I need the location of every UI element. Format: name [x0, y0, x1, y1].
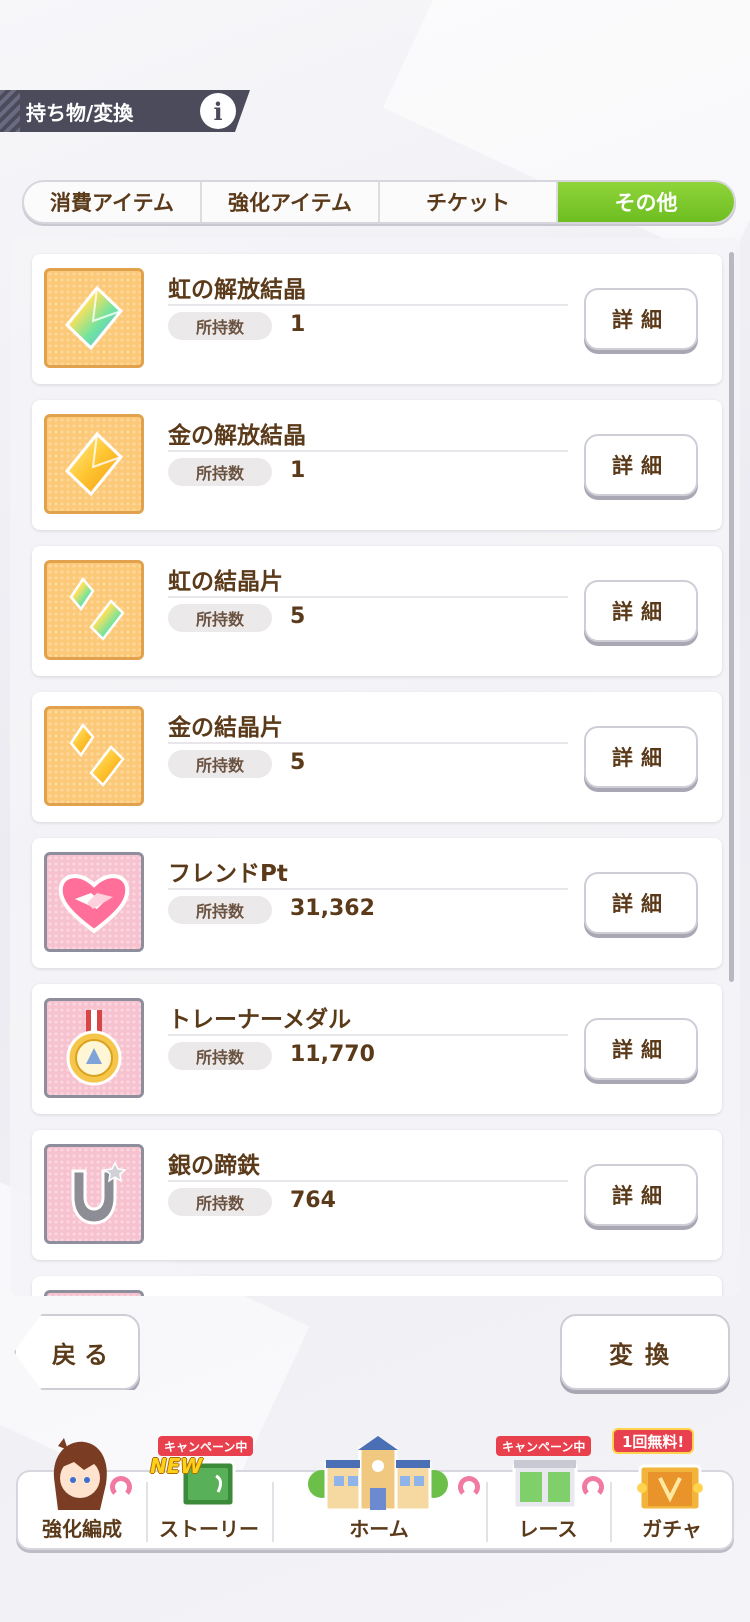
list-item: 金の解放結晶 所持数 1 詳細 — [32, 400, 722, 530]
divider — [168, 304, 568, 306]
gacha-gate-icon — [637, 1464, 703, 1512]
divider — [168, 1180, 568, 1182]
owned-label: 所持数 — [168, 1188, 272, 1216]
item-name: 虹の解放結晶 — [168, 277, 306, 303]
owned-count: 1 — [290, 312, 306, 337]
list-item: トレーナーメダル 所持数 11,770 詳細 — [32, 984, 722, 1114]
detail-button[interactable]: 詳細 — [584, 1164, 698, 1226]
info-icon[interactable]: i — [200, 93, 236, 129]
nav-label: ガチャ — [642, 1517, 702, 1541]
owned-label: 所持数 — [168, 604, 272, 632]
header-stripe — [0, 90, 20, 132]
owned-count: 11,770 — [290, 1042, 375, 1067]
item-name: フレンドPt — [168, 861, 288, 887]
owned-label: 所持数 — [168, 312, 272, 340]
nav-label: ホーム — [349, 1517, 409, 1541]
free-badge: 1回無料! — [612, 1428, 695, 1454]
campaign-badge: キャンペーン中 — [158, 1436, 254, 1456]
nav-home[interactable]: ホーム — [272, 1436, 486, 1548]
horseshoe-icon — [110, 1476, 132, 1498]
owned-count: 31,362 — [290, 896, 375, 921]
owned-count: 1 — [290, 458, 306, 483]
owned-count: 5 — [290, 604, 306, 629]
owned-label: 所持数 — [168, 1042, 272, 1070]
campaign-badge: キャンペーン中 — [496, 1436, 592, 1456]
item-list[interactable]: 虹の解放結晶 所持数 1 詳細 金の解放結晶 所持数 1 詳細 虹の結晶片 所持… — [10, 238, 740, 1296]
category-tabs: 消費アイテム 強化アイテム チケット その他 — [22, 180, 736, 224]
item-name: 銀の蹄鉄 — [168, 1153, 260, 1179]
list-item-partial — [32, 1276, 722, 1296]
tab-enhance-items[interactable]: 強化アイテム — [202, 182, 380, 222]
owned-label: 所持数 — [168, 458, 272, 486]
nav-label: レース — [518, 1517, 578, 1541]
list-item: 銀の蹄鉄 所持数 764 詳細 — [32, 1130, 722, 1260]
list-item: 虹の解放結晶 所持数 1 詳細 — [32, 254, 722, 384]
divider — [168, 888, 568, 890]
new-badge: NEW — [150, 1454, 203, 1478]
page-title: 持ち物/変換 — [26, 101, 134, 125]
rainbow-crystal-icon — [44, 268, 144, 368]
detail-button[interactable]: 詳細 — [584, 872, 698, 934]
divider — [168, 742, 568, 744]
nav-gacha[interactable]: 1回無料! ガチャ — [610, 1428, 734, 1548]
owned-count: 764 — [290, 1188, 336, 1213]
owned-count: 5 — [290, 750, 306, 775]
detail-button[interactable]: 詳細 — [584, 726, 698, 788]
convert-button[interactable]: 変換 — [560, 1314, 730, 1390]
silver-horseshoe-icon — [44, 1144, 144, 1244]
list-item: 金の結晶片 所持数 5 詳細 — [32, 692, 722, 822]
nav-label: 強化編成 — [42, 1517, 122, 1541]
horseshoe-icon — [582, 1476, 604, 1498]
race-gate-icon — [512, 1460, 578, 1510]
tab-consumable-items[interactable]: 消費アイテム — [24, 182, 202, 222]
horseshoe-icon — [458, 1476, 480, 1498]
divider — [168, 1034, 568, 1036]
detail-button[interactable]: 詳細 — [584, 580, 698, 642]
list-item: 虹の結晶片 所持数 5 詳細 — [32, 546, 722, 676]
divider — [168, 450, 568, 452]
item-name: 金の解放結晶 — [168, 423, 306, 449]
gold-shard-icon — [44, 706, 144, 806]
trainer-medal-icon — [44, 998, 144, 1098]
bottom-nav: 強化編成 キャンペーン中 NEW ストーリー ホーム キャンペーン中 レース 1… — [16, 1428, 734, 1550]
item-name: トレーナーメダル — [168, 1007, 352, 1033]
detail-button[interactable]: 詳細 — [584, 1018, 698, 1080]
nav-label: ストーリー — [159, 1517, 259, 1541]
nav-enhance-formation[interactable]: 強化編成 — [18, 1438, 146, 1548]
tab-other[interactable]: その他 — [558, 182, 734, 222]
item-name: 金の結晶片 — [168, 715, 283, 741]
handshake-heart-icon — [44, 852, 144, 952]
character-icon — [53, 1438, 107, 1510]
divider — [168, 596, 568, 598]
owned-label: 所持数 — [168, 750, 272, 778]
list-item: フレンドPt 所持数 31,362 詳細 — [32, 838, 722, 968]
item-icon-partial — [44, 1290, 144, 1296]
item-name: 虹の結晶片 — [168, 569, 283, 595]
nav-race[interactable]: キャンペーン中 レース — [486, 1436, 610, 1548]
scrollbar[interactable] — [729, 252, 734, 982]
nav-story[interactable]: キャンペーン中 NEW ストーリー — [146, 1436, 272, 1548]
owned-label: 所持数 — [168, 896, 272, 924]
school-building-icon — [308, 1436, 448, 1512]
background-shape — [382, 0, 750, 269]
gold-crystal-icon — [44, 414, 144, 514]
rainbow-shard-icon — [44, 560, 144, 660]
tab-tickets[interactable]: チケット — [380, 182, 558, 222]
detail-button[interactable]: 詳細 — [584, 434, 698, 496]
detail-button[interactable]: 詳細 — [584, 288, 698, 350]
